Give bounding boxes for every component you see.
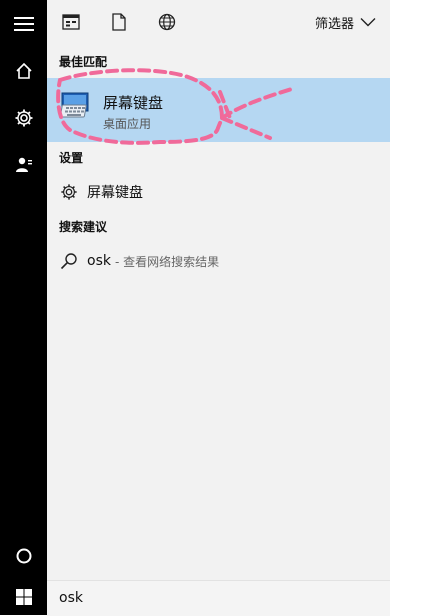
web-suggestion[interactable]: osk - 查看网络搜索结果 bbox=[47, 246, 390, 276]
settings-button[interactable] bbox=[0, 94, 47, 141]
best-match-result[interactable]: 屏幕键盘 桌面应用 bbox=[47, 78, 390, 142]
gear-icon bbox=[15, 109, 32, 126]
apps-filter-button[interactable] bbox=[59, 10, 83, 34]
home-button[interactable] bbox=[0, 47, 47, 94]
best-match-subtitle: 桌面应用 bbox=[103, 117, 152, 131]
on-screen-keyboard-icon bbox=[60, 92, 89, 118]
suggestion-hint: - 查看网络搜索结果 bbox=[114, 254, 220, 269]
start-button[interactable] bbox=[0, 578, 47, 615]
web-icon bbox=[158, 13, 176, 31]
suggestions-heading: 搜索建议 bbox=[59, 220, 108, 234]
cortana-circle-icon bbox=[16, 548, 31, 563]
menu-button[interactable] bbox=[0, 0, 47, 47]
suggestion-query: osk bbox=[87, 253, 111, 269]
home-icon bbox=[15, 62, 32, 79]
document-icon bbox=[112, 13, 126, 31]
apps-icon bbox=[62, 14, 80, 30]
search-box[interactable]: osk bbox=[47, 580, 390, 616]
settings-result-label: 屏幕键盘 bbox=[87, 185, 143, 201]
web-filter-button[interactable] bbox=[155, 10, 179, 34]
cortana-button[interactable] bbox=[0, 532, 47, 579]
start-rail bbox=[0, 0, 47, 615]
windows-logo-icon bbox=[15, 588, 32, 605]
documents-filter-button[interactable] bbox=[107, 10, 131, 34]
search-results-panel: 筛选器 最佳匹配 屏幕键盘 桌面应用 设置 屏幕键盘 搜索建议 osk - 查看… bbox=[47, 0, 390, 580]
hamburger-icon bbox=[13, 16, 34, 31]
filter-label: 筛选器 bbox=[314, 16, 354, 32]
best-match-heading: 最佳匹配 bbox=[59, 55, 108, 69]
filter-toolbar: 筛选器 bbox=[47, 0, 390, 44]
search-icon bbox=[60, 253, 77, 270]
people-button[interactable] bbox=[0, 141, 47, 188]
settings-result[interactable]: 屏幕键盘 bbox=[47, 177, 390, 207]
chevron-down-icon bbox=[360, 18, 376, 27]
search-input-value[interactable]: osk bbox=[59, 590, 83, 606]
person-icon bbox=[15, 157, 32, 172]
settings-heading: 设置 bbox=[59, 151, 84, 165]
filter-dropdown[interactable]: 筛选器 bbox=[315, 12, 376, 32]
best-match-title: 屏幕键盘 bbox=[103, 94, 164, 112]
gear-icon bbox=[61, 184, 77, 200]
